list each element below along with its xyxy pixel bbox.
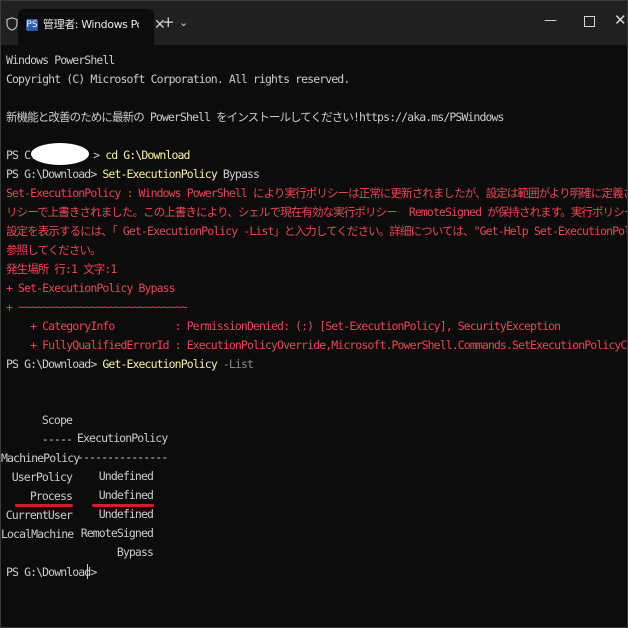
table-separator-row: ----- --------------- [1,412,627,464]
powershell-icon: PS [26,19,38,31]
tab-powershell[interactable]: PS 管理者: Windows PowerShell ✕ [18,9,166,45]
powershell-window: PS 管理者: Windows PowerShell ✕ + ⌄ — ✕ Win… [0,0,628,628]
error-category: + CategoryInfo : PermissionDenied: (:) [… [6,319,561,333]
text-cursor [87,564,88,579]
policy-cell: Bypass [116,545,154,559]
prompt: PS G:\Download> [6,167,97,181]
new-tab-button[interactable]: + [162,15,175,30]
chevron-down-icon[interactable]: ⌄ [179,16,188,30]
error-line: 設定を表示するには、「 Get-ExecutionPolicy -List」と入… [6,224,627,238]
table-row: UserPolicy Undefined [1,450,627,502]
command-parameter: -List [222,357,254,371]
banner-copyright: Copyright (C) Microsoft Corporation. All… [6,72,350,86]
terminal-output[interactable]: Windows PowerShell Copyright (C) Microso… [1,45,627,627]
table-row: Process Undefined [1,469,627,521]
command-argument: Bypass [222,167,260,181]
prompt: PS G:\Download> [6,357,97,371]
redaction-mark [31,143,89,165]
scope-cell: LocalMachine [1,527,74,541]
error-line: 参照してください。 [6,243,102,257]
minimize-button[interactable]: — [544,14,557,28]
command-text: Get-ExecutionPolicy [102,357,217,371]
table-row: MachinePolicy Undefined [1,431,627,483]
error-underline: + ~~~~~~~~~~~~~~~~~~~~~~~~~~~~ [6,300,188,314]
error-location: 発生場所 行:1 文字:1 [6,262,117,276]
error-line: リシーで上書きされました。この上書きにより、シェルで現在有効な実行ポリシー Re… [6,205,627,219]
tab-title: 管理者: Windows PowerShell [43,18,139,31]
error-id: + FullyQualifiedErrorId : ExecutionPolic… [6,338,627,352]
title-bar: PS 管理者: Windows PowerShell ✕ + ⌄ — ✕ [1,1,627,45]
error-command: + Set-ExecutionPolicy Bypass [6,281,176,295]
banner-title: Windows PowerShell [6,53,115,67]
policy-cell: RemoteSigned [80,526,154,540]
banner-upgrade-notice: 新機能と改善のために最新の PowerShell をインストールしてください!h… [6,110,504,124]
table-row: LocalMachine Bypass [1,507,627,559]
command-text: cd G:\Download [105,148,190,162]
error-line: Set-ExecutionPolicy : Windows PowerShell… [6,186,627,200]
maximize-button[interactable] [584,16,595,27]
command-text: Set-ExecutionPolicy [102,167,217,181]
current-prompt: PS G:\Download> [6,565,97,579]
command-line-get-policy: PS G:\Download> Get-ExecutionPolicy -Lis… [6,355,254,373]
command-line-set-policy: PS G:\Download> Set-ExecutionPolicy Bypa… [6,165,260,183]
close-window-button[interactable]: ✕ [614,13,627,28]
shield-icon [6,17,18,31]
table-header-row: Scope ExecutionPolicy [1,393,627,445]
